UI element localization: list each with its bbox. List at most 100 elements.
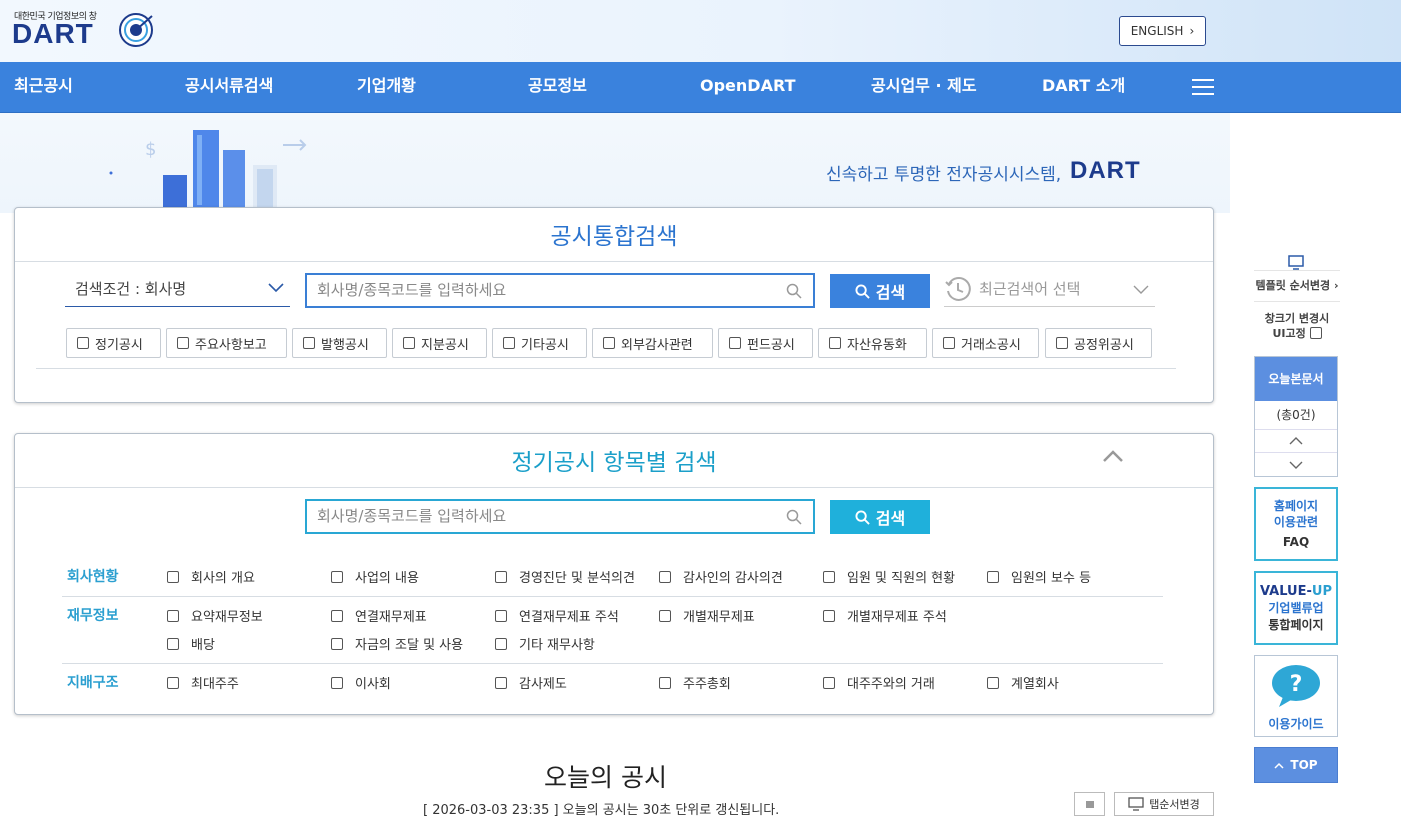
checkbox[interactable] (331, 609, 343, 622)
item-checkbox[interactable]: 감사제도 (495, 673, 567, 692)
checkbox[interactable] (659, 609, 671, 622)
english-button[interactable]: ENGLISH › (1119, 16, 1206, 46)
periodic-search-input[interactable]: 회사명/종목코드를 입력하세요 (305, 499, 815, 534)
checkbox[interactable] (729, 337, 741, 349)
checkbox[interactable] (1309, 327, 1322, 339)
checkbox[interactable] (331, 637, 343, 650)
filter-abs[interactable]: 자산유동화 (818, 328, 927, 358)
item-checkbox[interactable]: 배당 (167, 634, 215, 653)
item-checkbox[interactable]: 사업의 내용 (331, 567, 419, 586)
item-checkbox[interactable]: 주주총회 (659, 673, 731, 692)
filter-ftc[interactable]: 공정위공시 (1045, 328, 1152, 358)
recent-search-select[interactable]: 최근검색어 선택 (979, 278, 1080, 299)
today-docs-panel: 오늘본문서 (총0건) (1254, 356, 1338, 477)
item-checkbox[interactable]: 개별재무제표 주석 (823, 606, 947, 625)
item-checkbox[interactable]: 연결재무제표 주석 (495, 606, 619, 625)
checkbox[interactable] (167, 570, 179, 583)
valueup-label: 통합페이지 (1268, 618, 1324, 632)
checkbox[interactable] (603, 337, 615, 349)
item-checkbox[interactable]: 기타 재무사항 (495, 634, 595, 653)
filter-regular[interactable]: 정기공시 (66, 328, 161, 358)
search-condition-select[interactable]: 검색조건 : 회사명 (75, 278, 186, 299)
top-button[interactable]: TOP (1254, 747, 1338, 783)
checkbox[interactable] (495, 676, 507, 689)
checkbox[interactable] (823, 609, 835, 622)
checkbox[interactable] (331, 570, 343, 583)
dart-logo[interactable]: DART (12, 18, 94, 50)
valueup-link[interactable]: VALUE-UP 기업밸류업 통합페이지 (1254, 571, 1338, 645)
filter-audit[interactable]: 외부감사관련 (592, 328, 713, 358)
item-label: 주주총회 (683, 677, 731, 692)
filter-label: 외부감사관련 (621, 337, 693, 353)
divider (36, 368, 1176, 369)
menu-icon[interactable] (1192, 79, 1214, 95)
scroll-down-button[interactable] (1255, 453, 1337, 476)
fixed-ui-label: 창크기 변경시 (1264, 312, 1330, 325)
item-checkbox[interactable]: 최대주주 (167, 673, 239, 692)
filter-equity[interactable]: 지분공시 (392, 328, 487, 358)
checkbox[interactable] (495, 637, 507, 650)
checkbox[interactable] (659, 570, 671, 583)
item-checkbox[interactable]: 경영진단 및 분석의견 (495, 567, 635, 586)
nav-doc-search[interactable]: 공시서류검색 (185, 62, 273, 113)
checkbox[interactable] (77, 337, 89, 349)
checkbox[interactable] (987, 676, 999, 689)
item-checkbox[interactable]: 개별재무제표 (659, 606, 755, 625)
checkbox[interactable] (403, 337, 415, 349)
checkbox[interactable] (167, 676, 179, 689)
checkbox[interactable] (503, 337, 515, 349)
item-checkbox[interactable]: 이사회 (331, 673, 391, 692)
homepage-faq-link[interactable]: 홈페이지 이용관련 FAQ (1254, 487, 1338, 561)
filter-fund[interactable]: 펀드공시 (718, 328, 813, 358)
checkbox[interactable] (303, 337, 315, 349)
checkbox[interactable] (177, 337, 189, 349)
checkbox[interactable] (495, 609, 507, 622)
item-checkbox[interactable]: 임원의 보수 등 (987, 567, 1091, 586)
checkbox[interactable] (829, 337, 841, 349)
user-guide-link[interactable]: ? 이용가이드 (1254, 655, 1338, 737)
checkbox[interactable] (659, 676, 671, 689)
item-checkbox[interactable]: 대주주와의 거래 (823, 673, 935, 692)
nav-opendart[interactable]: OpenDART (700, 62, 795, 113)
nav-company[interactable]: 기업개황 (357, 62, 416, 113)
chevron-up-icon[interactable] (1102, 449, 1124, 463)
filter-exchange[interactable]: 거래소공시 (932, 328, 1039, 358)
filter-issuance[interactable]: 발행공시 (292, 328, 387, 358)
template-order-link[interactable]: 템플릿 순서변경 › (1254, 277, 1340, 293)
valueup-label: VALUE- (1260, 584, 1312, 599)
checkbox[interactable] (987, 570, 999, 583)
filter-other[interactable]: 기타공시 (492, 328, 587, 358)
checkbox[interactable] (167, 637, 179, 650)
nav-offering[interactable]: 공모정보 (528, 62, 587, 113)
fixed-ui-toggle[interactable]: 창크기 변경시 UI고정 (1254, 311, 1340, 341)
item-checkbox[interactable]: 요약재무정보 (167, 606, 263, 625)
checkbox[interactable] (495, 570, 507, 583)
checkbox[interactable] (331, 676, 343, 689)
checkbox[interactable] (167, 609, 179, 622)
chevron-down-icon[interactable] (1133, 285, 1149, 295)
chevron-down-icon[interactable] (268, 283, 284, 293)
integrated-search-button[interactable]: 검색 (830, 274, 930, 308)
checkbox[interactable] (823, 570, 835, 583)
scroll-up-button[interactable] (1255, 430, 1337, 453)
filter-major[interactable]: 주요사항보고 (166, 328, 287, 358)
item-checkbox[interactable]: 연결재무제표 (331, 606, 427, 625)
item-checkbox[interactable]: 자금의 조달 및 사용 (331, 634, 463, 653)
item-checkbox[interactable]: 임원 및 직원의 현황 (823, 567, 955, 586)
nav-about[interactable]: DART 소개 (1042, 62, 1125, 113)
checkbox[interactable] (1056, 337, 1068, 349)
nav-recent[interactable]: 최근공시 (14, 62, 73, 113)
nav-system[interactable]: 공시업무 · 제도 (871, 62, 977, 113)
main-nav: 최근공시 공시서류검색 기업개황 공모정보 OpenDART 공시업무 · 제도… (0, 62, 1401, 113)
tab-order-button[interactable]: 탭순서변경 (1114, 792, 1214, 816)
item-checkbox[interactable]: 회사의 개요 (167, 567, 255, 586)
filter-label: 주요사항보고 (195, 337, 267, 353)
company-search-input[interactable]: 회사명/종목코드를 입력하세요 (305, 273, 815, 308)
periodic-search-button[interactable]: 검색 (830, 500, 930, 534)
checkbox[interactable] (823, 676, 835, 689)
checkbox[interactable] (943, 337, 955, 349)
item-checkbox[interactable]: 계열회사 (987, 673, 1059, 692)
item-checkbox[interactable]: 감사인의 감사의견 (659, 567, 783, 586)
english-label: ENGLISH (1130, 24, 1184, 38)
view-toggle-button[interactable] (1074, 792, 1105, 816)
